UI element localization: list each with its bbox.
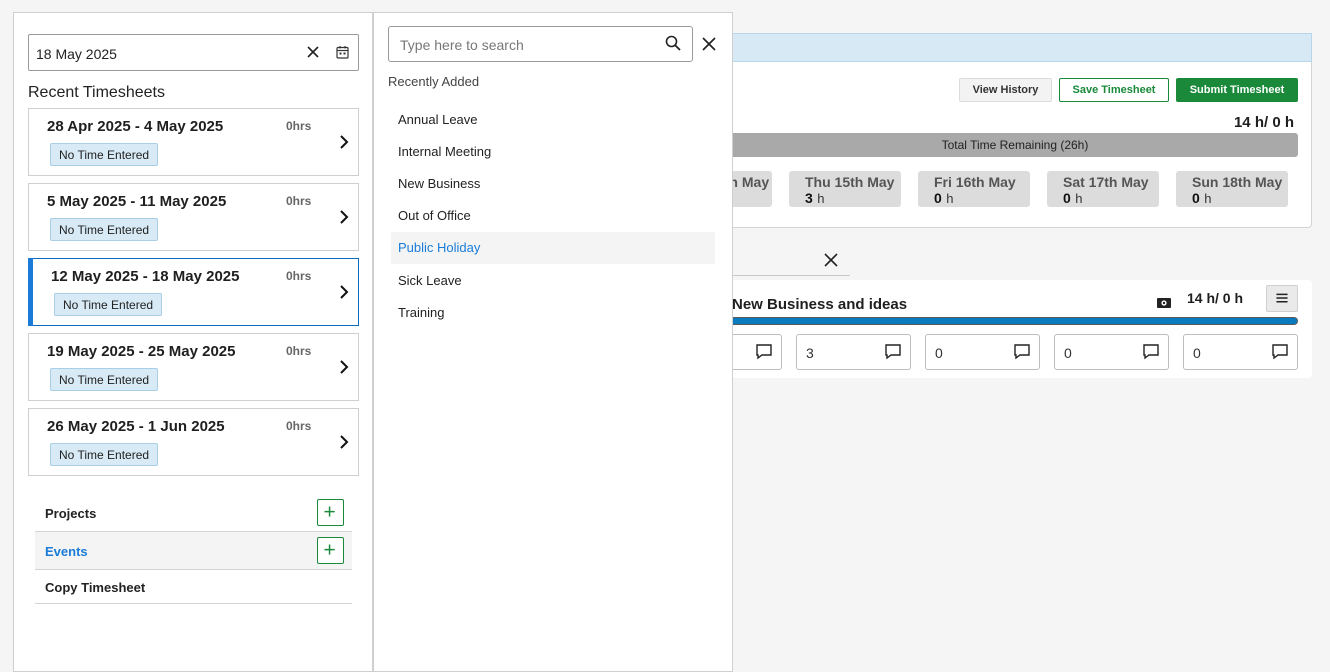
event-option[interactable]: Training (391, 297, 715, 329)
search-placeholder: Type here to search (400, 37, 524, 53)
chevron-right-icon (340, 135, 349, 149)
day-box-sun[interactable]: Sun 18th May 0 h (1176, 171, 1288, 207)
day-value: 3 (805, 190, 813, 206)
day-unit: h (946, 191, 954, 206)
hour-input-value: 0 (1064, 345, 1072, 361)
project-hours: 14 h/ 0 h (1187, 290, 1244, 306)
hour-input-thu[interactable]: 3 (796, 334, 911, 370)
timesheet-hours: 0hrs (286, 194, 312, 208)
sidebar-item-label: Projects (45, 506, 97, 521)
day-name: Sat 17th May (1063, 174, 1149, 190)
comment-icon[interactable] (1013, 343, 1031, 360)
project-menu-button[interactable] (1266, 285, 1298, 312)
timesheet-range: 5 May 2025 - 11 May 2025 (47, 193, 227, 210)
recent-timesheets-title: Recent Timesheets (28, 84, 165, 101)
event-option-hovered[interactable]: Public Holiday (391, 232, 715, 264)
timesheet-hours: 0hrs (286, 119, 312, 133)
timesheet-hours: 0hrs (286, 419, 312, 433)
status-badge: No Time Entered (50, 368, 159, 391)
recently-added-heading: Recently Added (388, 74, 480, 89)
day-name: Thu 15th May (805, 174, 895, 190)
calendar-icon[interactable] (336, 45, 349, 59)
day-unit: h (817, 191, 825, 206)
view-history-button[interactable]: View History (959, 78, 1052, 102)
day-unit: h (1075, 191, 1083, 206)
clear-icon[interactable] (306, 45, 320, 59)
sidebar-item-projects[interactable]: Projects (35, 494, 352, 532)
status-badge: No Time Entered (54, 293, 163, 316)
plus-icon (324, 544, 335, 555)
day-unit: h (1204, 191, 1212, 206)
time-remaining-bar: Total Time Remaining (26h) (732, 133, 1298, 157)
timesheet-card-active[interactable]: 12 May 2025 - 18 May 2025 0hrs No Time E… (28, 258, 359, 326)
status-badge: No Time Entered (50, 443, 159, 466)
comment-icon[interactable] (755, 343, 773, 360)
project-title: New Business and ideas (732, 296, 908, 313)
hour-input-value: 3 (806, 345, 814, 361)
chevron-right-icon (340, 360, 349, 374)
sidebar-item-label: Copy Timesheet (45, 580, 146, 595)
total-hours: 14 h/ 0 h (1233, 114, 1294, 131)
day-box-fri[interactable]: Fri 16th May 0 h (918, 171, 1030, 207)
status-badge: No Time Entered (50, 143, 159, 166)
event-option[interactable]: Out of Office (391, 200, 715, 232)
sidebar-item-events[interactable]: Events (35, 532, 352, 570)
money-icon (1157, 298, 1171, 308)
day-box-sat[interactable]: Sat 17th May 0 h (1047, 171, 1159, 207)
chevron-right-icon (340, 210, 349, 224)
day-value: 0 (934, 190, 942, 206)
sidebar-item-copy-timesheet[interactable]: Copy Timesheet (35, 570, 352, 604)
event-option[interactable]: Sick Leave (391, 265, 715, 297)
event-option[interactable]: Annual Leave (391, 104, 715, 136)
timesheet-card[interactable]: 28 Apr 2025 - 4 May 2025 0hrs No Time En… (28, 108, 359, 176)
close-icon[interactable] (822, 251, 840, 269)
comment-icon[interactable] (1142, 343, 1160, 360)
day-name: Sun 18th May (1192, 174, 1283, 190)
sidebar-item-label: Events (45, 544, 88, 559)
day-box-thu[interactable]: Thu 15th May 3 h (789, 171, 901, 207)
hour-input-sat[interactable]: 0 (1054, 334, 1169, 370)
day-name: Fri 16th May (934, 174, 1016, 190)
active-accent-bar (28, 258, 33, 326)
add-project-button[interactable] (317, 499, 344, 526)
day-value: 0 (1192, 190, 1200, 206)
timesheet-card[interactable]: 19 May 2025 - 25 May 2025 0hrs No Time E… (28, 333, 359, 401)
event-option[interactable]: Internal Meeting (391, 136, 715, 168)
save-timesheet-button[interactable]: Save Timesheet (1059, 78, 1169, 102)
hour-input-value: 0 (1193, 345, 1201, 361)
timesheet-card[interactable]: 5 May 2025 - 11 May 2025 0hrs No Time En… (28, 183, 359, 251)
comment-icon[interactable] (884, 343, 902, 360)
submit-timesheet-button[interactable]: Submit Timesheet (1176, 78, 1298, 102)
event-option[interactable]: New Business (391, 168, 715, 200)
info-banner (732, 33, 1312, 62)
comment-icon[interactable] (1271, 343, 1289, 360)
timesheet-range: 28 Apr 2025 - 4 May 2025 (47, 118, 224, 135)
project-progress-bar (732, 317, 1298, 325)
hour-input-value: 0 (935, 345, 943, 361)
date-value: 18 May 2025 (36, 46, 117, 62)
timesheet-card[interactable]: 26 May 2025 - 1 Jun 2025 0hrs No Time En… (28, 408, 359, 476)
close-icon[interactable] (702, 37, 716, 51)
add-event-button[interactable] (317, 537, 344, 564)
timesheet-range: 19 May 2025 - 25 May 2025 (47, 343, 236, 360)
search-icon[interactable] (665, 35, 681, 51)
timesheet-hours: 0hrs (286, 269, 312, 283)
chevron-right-icon (340, 435, 349, 449)
status-badge: No Time Entered (50, 218, 159, 241)
timesheet-hours: 0hrs (286, 344, 312, 358)
timesheet-range: 12 May 2025 - 18 May 2025 (51, 268, 240, 285)
project-search-underline (732, 275, 850, 276)
hour-input-fri[interactable]: 0 (925, 334, 1040, 370)
menu-icon (1276, 293, 1288, 303)
hour-input-sun[interactable]: 0 (1183, 334, 1298, 370)
day-value: 0 (1063, 190, 1071, 206)
timesheet-range: 26 May 2025 - 1 Jun 2025 (47, 418, 225, 435)
plus-icon (324, 506, 335, 517)
event-search-input[interactable]: Type here to search (388, 26, 693, 62)
chevron-right-icon (340, 285, 349, 299)
